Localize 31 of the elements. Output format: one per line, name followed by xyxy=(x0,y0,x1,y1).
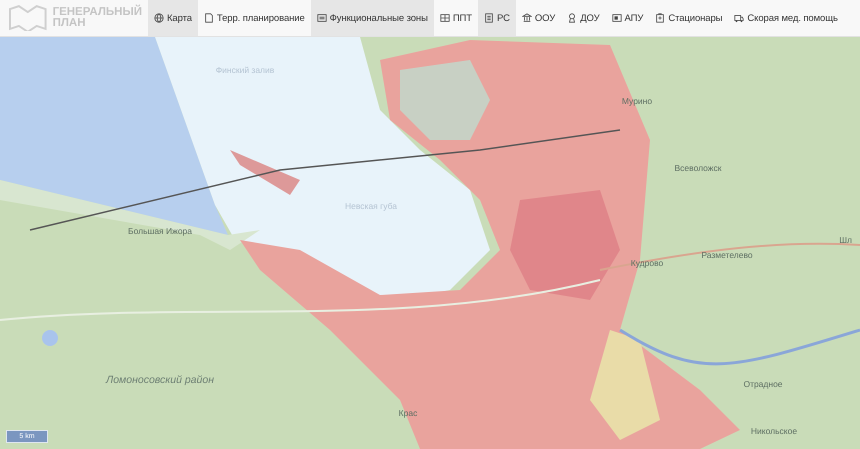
tab-icon xyxy=(655,13,666,23)
tab-icon xyxy=(204,13,214,23)
nav-tab[interactable]: РС xyxy=(478,0,516,36)
tab-icon xyxy=(484,13,494,23)
map-label: Ломоносовский район xyxy=(106,374,214,386)
tab-icon xyxy=(522,13,532,23)
map-label: Кудрово xyxy=(630,258,664,268)
nav-tab[interactable]: Стационары xyxy=(649,0,728,36)
logo-icon xyxy=(8,5,48,31)
map-label: Шл xyxy=(839,235,852,245)
map-label: Всеволожск xyxy=(674,163,722,173)
nav-tab[interactable]: Скорая мед. помощь xyxy=(728,0,844,36)
nav-tab[interactable]: Терр. планирование xyxy=(198,0,311,36)
map-label: Никольское xyxy=(750,426,798,436)
nav-tab[interactable]: Карта xyxy=(148,0,198,36)
map-label: Отрадное xyxy=(743,379,783,389)
tab-icon xyxy=(734,13,744,23)
map-label: Крас xyxy=(398,408,418,418)
map-label: Большая Ижора xyxy=(128,226,192,236)
nav-tab[interactable]: Функциональные зоны xyxy=(310,0,434,36)
nav-tab[interactable]: АПУ xyxy=(606,0,650,36)
map-label: Мурино xyxy=(622,96,652,106)
nav-tab[interactable]: ООУ xyxy=(516,0,562,36)
tab-icon xyxy=(567,13,578,23)
map-label: Разметелево xyxy=(701,250,753,260)
nav-tab[interactable]: ППТ xyxy=(434,0,478,36)
tab-icon xyxy=(440,13,450,23)
tab-icon xyxy=(612,13,622,23)
tab-icon xyxy=(316,13,327,23)
nav-tab[interactable]: ДОУ xyxy=(561,0,606,36)
tab-icon xyxy=(154,13,164,23)
